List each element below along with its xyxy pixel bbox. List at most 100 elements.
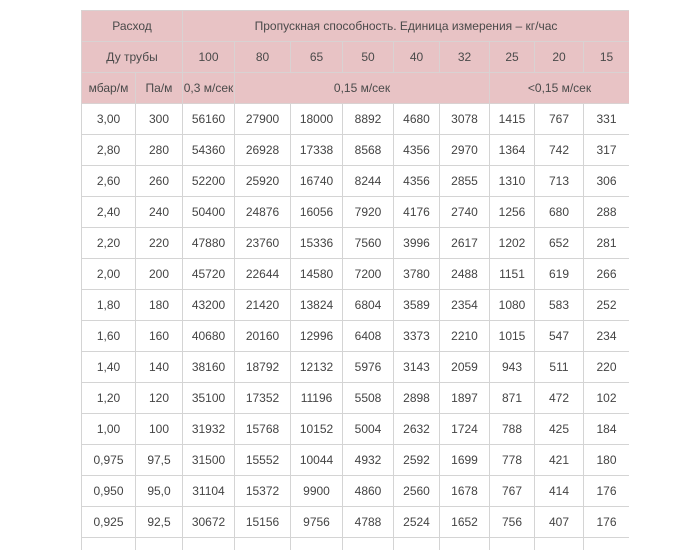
table-cell: 619 (534, 258, 584, 290)
diameter-header: 100 (182, 41, 235, 73)
table-cell: 18000 (290, 103, 343, 135)
table-cell: 176 (583, 475, 629, 507)
table-cell (393, 537, 440, 550)
table-cell: 31104 (182, 475, 235, 507)
table-cell: 425 (534, 413, 584, 445)
table-cell: 280 (135, 134, 183, 166)
table-cell: 778 (489, 444, 535, 476)
table-row: 1,80 180 43200 21420 13824 6804 3589 2354 1080 58… (81, 289, 629, 321)
table-cell: 260 (135, 165, 183, 197)
diameter-header: 15 (583, 41, 629, 73)
table-cell: 23760 (234, 227, 291, 259)
table-cell: 713 (534, 165, 584, 197)
table-cell: 176 (583, 506, 629, 538)
table-cell: 95,0 (135, 475, 183, 507)
header-row-3: мбар/м Па/м 0,3 м/сек 0,15 м/сек <0,15 м… (81, 72, 629, 104)
table-cell: 8244 (342, 165, 394, 197)
table-cell: 1415 (489, 103, 535, 135)
table-cell: 26928 (234, 134, 291, 166)
table-row: 2,40 240 50400 24876 16056 7920 4176 2740 1256 68… (81, 196, 629, 228)
table-row: 1,40 140 38160 18792 12132 5976 3143 2059 943 511… (81, 351, 629, 383)
table-cell: 0,950 (81, 475, 136, 507)
table-cell: 5004 (342, 413, 394, 445)
table-cell: 1652 (439, 506, 490, 538)
table-cell: 2059 (439, 351, 490, 383)
table-cell: 200 (135, 258, 183, 290)
table-cell: 1,20 (81, 382, 136, 414)
speed-header-3: <0,15 м/сек (489, 72, 629, 104)
table-cell: 0,975 (81, 444, 136, 476)
table-cell: 1,80 (81, 289, 136, 321)
table-cell: 2210 (439, 320, 490, 352)
table-cell: 252 (583, 289, 629, 321)
table-cell: 120 (135, 382, 183, 414)
table-cell: 22644 (234, 258, 291, 290)
table-cell: 2617 (439, 227, 490, 259)
table-cell: 13824 (290, 289, 343, 321)
header-row-2: Ду трубы 100 80 65 50 40 32 25 20 15 (81, 41, 629, 73)
table-cell: 300 (135, 103, 183, 135)
table-cell: 52200 (182, 165, 235, 197)
table-cell (81, 537, 136, 550)
table-cell: 7200 (342, 258, 394, 290)
table-cell: 2592 (393, 444, 440, 476)
table-cell: 16740 (290, 165, 343, 197)
table-cell: 472 (534, 382, 584, 414)
table-cell: 1151 (489, 258, 535, 290)
table-cell: 2,60 (81, 165, 136, 197)
table-cell: 788 (489, 413, 535, 445)
table-cell: 40680 (182, 320, 235, 352)
table-cell: 16056 (290, 196, 343, 228)
table-cell: 2560 (393, 475, 440, 507)
table-cell: 2970 (439, 134, 490, 166)
table-cell: 421 (534, 444, 584, 476)
table-cell: 17352 (234, 382, 291, 414)
table-cell: 306 (583, 165, 629, 197)
table-cell: 15372 (234, 475, 291, 507)
diameter-header: 40 (393, 41, 440, 73)
table-cell: 2354 (439, 289, 490, 321)
header-row-1: Расход Пропускная способность. Единица и… (81, 10, 629, 42)
table-cell: 6408 (342, 320, 394, 352)
table-cell: 160 (135, 320, 183, 352)
table-cell: 547 (534, 320, 584, 352)
table-cell: 1256 (489, 196, 535, 228)
table-cell: 3589 (393, 289, 440, 321)
table-row: 3,00 300 56160 27900 18000 8892 4680 3078 1415 76… (81, 103, 629, 135)
table-cell: 10152 (290, 413, 343, 445)
table-row: 0,950 95,0 31104 15372 9900 4860 2560 1678 767 41… (81, 475, 629, 507)
table-cell: 45720 (182, 258, 235, 290)
table-cell: 220 (135, 227, 183, 259)
table-cell (439, 537, 490, 550)
table-cell: 21420 (234, 289, 291, 321)
table-row: 0,975 97,5 31500 15552 10044 4932 2592 1699 778 4… (81, 444, 629, 476)
table-cell: 281 (583, 227, 629, 259)
table-cell: 288 (583, 196, 629, 228)
table-cell: 1897 (439, 382, 490, 414)
table-cell: 140 (135, 351, 183, 383)
diameter-header: 25 (489, 41, 535, 73)
table-cell: 220 (583, 351, 629, 383)
table-cell: 0,925 (81, 506, 136, 538)
table-cell: 92,5 (135, 506, 183, 538)
table-cell: 97,5 (135, 444, 183, 476)
table-cell (290, 537, 343, 550)
table-cell: 50400 (182, 196, 235, 228)
table-cell: 5976 (342, 351, 394, 383)
table-cell: 2488 (439, 258, 490, 290)
speed-header-1: 0,3 м/сек (182, 72, 235, 104)
gas-pipe-capacity-table: Расход Пропускная способность. Единица и… (81, 10, 629, 550)
table-cell: 1699 (439, 444, 490, 476)
table-cell: 756 (489, 506, 535, 538)
table-cell: 2,00 (81, 258, 136, 290)
table-row: 2,80 280 54360 26928 17338 8568 4356 2970 1364 74… (81, 134, 629, 166)
table-cell: 18792 (234, 351, 291, 383)
diameter-header: 50 (342, 41, 394, 73)
table-cell: 25920 (234, 165, 291, 197)
table-cell: 266 (583, 258, 629, 290)
table-cell: 15768 (234, 413, 291, 445)
table-cell: 3,00 (81, 103, 136, 135)
table-row: 2,20 220 47880 23760 15336 7560 3996 2617 1202 65… (81, 227, 629, 259)
pipe-diameter-label: Ду трубы (81, 41, 183, 73)
table-cell: 1,00 (81, 413, 136, 445)
